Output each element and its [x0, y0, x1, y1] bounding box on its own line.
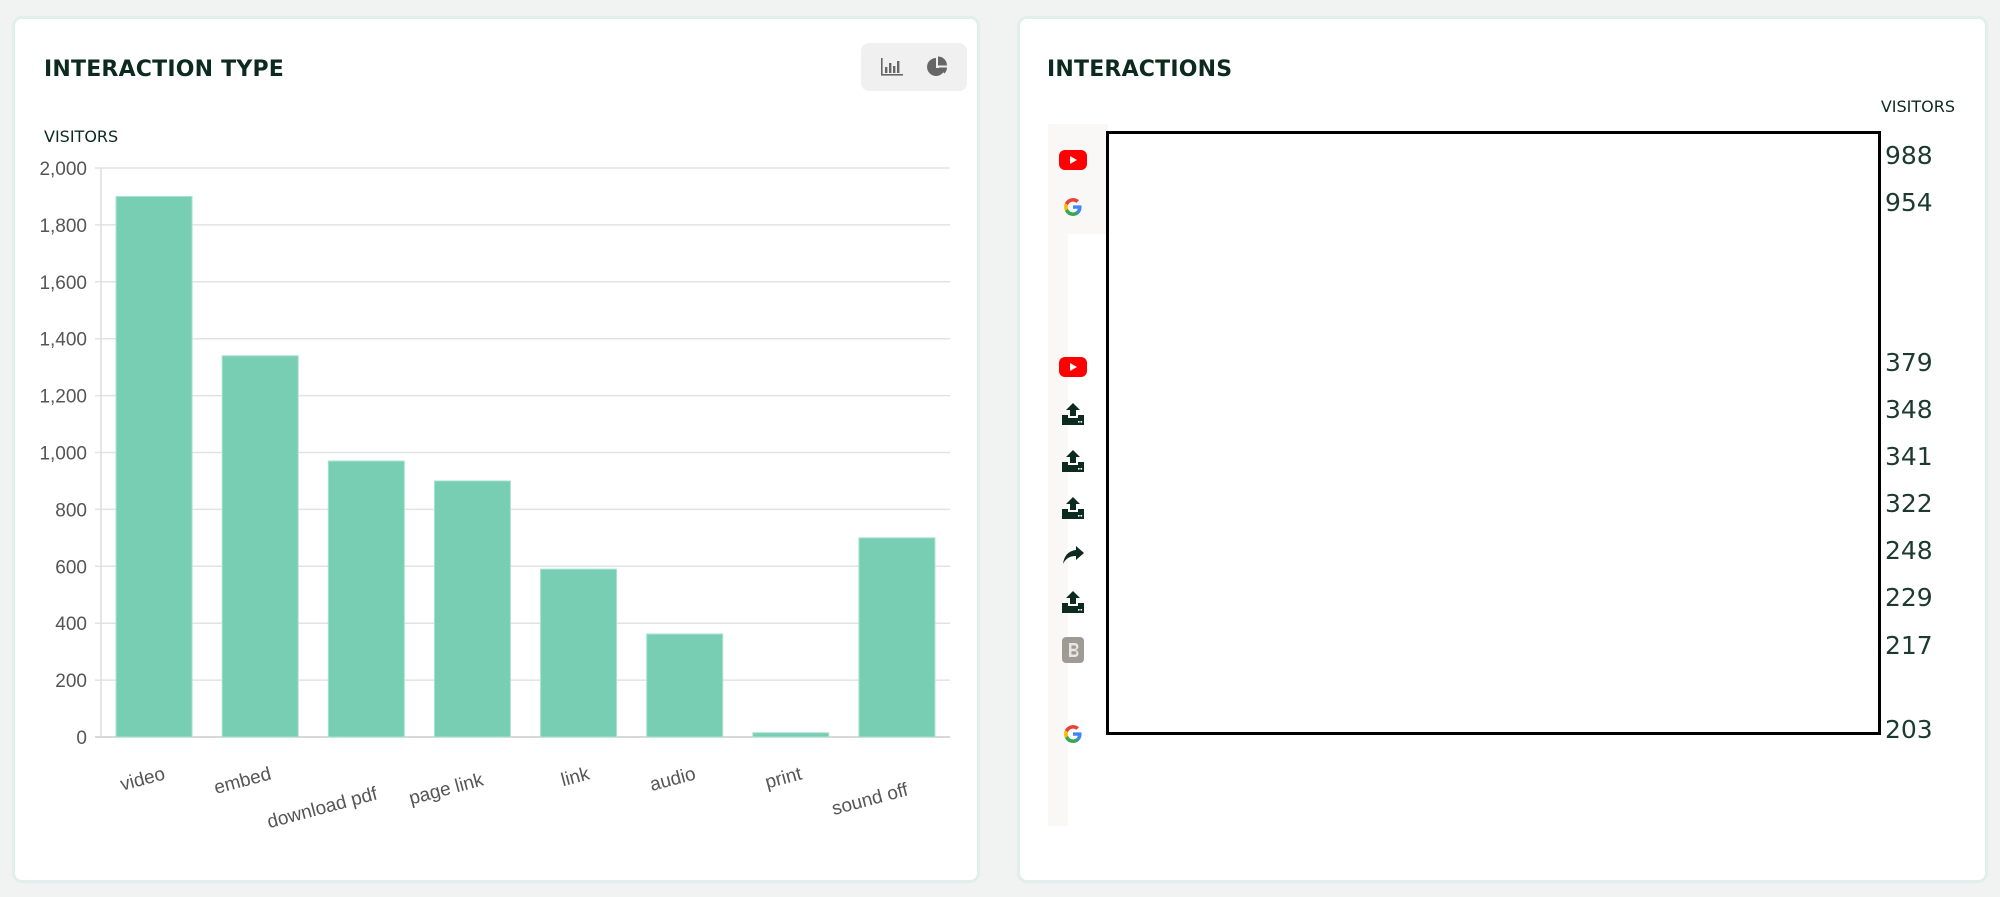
y-tick-label: 1,400 — [39, 330, 87, 351]
visitors-value: 348 — [1885, 395, 1933, 424]
bar-embed — [221, 355, 299, 738]
bootstrap-icon — [1058, 635, 1088, 665]
x-tick-label: print — [763, 763, 805, 793]
y-tick-label: 800 — [55, 500, 87, 521]
visitors-value: 322 — [1885, 489, 1933, 518]
interaction-type-panel: INTERACTION TYPE VISITORS 0 200 400 600 800 1… — [12, 16, 980, 883]
y-tick-label: 1,000 — [39, 444, 87, 465]
share-icon — [1058, 540, 1088, 570]
bar-download-pdf — [327, 460, 405, 738]
y-tick-label: 2,000 — [39, 159, 87, 180]
visitors-value: 341 — [1885, 442, 1933, 471]
y-tick-label: 1,800 — [39, 216, 87, 237]
bar-video — [115, 195, 193, 738]
bar-link — [540, 568, 618, 738]
x-tick-label: embed — [212, 764, 274, 799]
upload-icon — [1058, 446, 1088, 476]
upload-icon — [1058, 399, 1088, 429]
y-tick-label: 1,600 — [39, 273, 87, 294]
y-tick-label: 600 — [55, 557, 87, 578]
upload-icon — [1058, 493, 1088, 523]
visitors-value: 217 — [1885, 631, 1933, 660]
visitors-value: 379 — [1885, 348, 1933, 377]
y-tick-label: 400 — [55, 614, 87, 635]
interactions-panel: INTERACTIONS VISITORS 988 954 379 348 341 322… — [1017, 16, 1988, 883]
y-tick-label: 0 — [76, 728, 87, 749]
x-tick-label: sound off — [830, 779, 911, 820]
interactions-list-box — [1106, 131, 1881, 735]
y-tick-label: 200 — [55, 671, 87, 692]
x-tick-label: page link — [407, 769, 486, 809]
y-tick-label: 1,200 — [39, 387, 87, 408]
x-tick-label: audio — [648, 764, 698, 796]
visitors-value: 988 — [1885, 141, 1933, 170]
youtube-icon — [1058, 145, 1088, 175]
bar-print — [752, 732, 830, 738]
youtube-icon — [1058, 352, 1088, 382]
x-tick-label: link — [559, 763, 592, 791]
visitors-value: 248 — [1885, 536, 1933, 565]
x-tick-label: video — [118, 764, 167, 796]
visitors-value: 203 — [1885, 715, 1933, 744]
visitors-column-header: VISITORS — [1880, 97, 1955, 116]
google-icon — [1058, 719, 1088, 749]
bar-chart: 0 200 400 600 800 1,000 1,200 1,400 1,600 1,800 2,… — [39, 159, 950, 833]
visitors-value: 229 — [1885, 583, 1933, 612]
bar-audio — [646, 633, 724, 738]
visitors-value: 954 — [1885, 188, 1933, 217]
bar-sound-off — [858, 537, 936, 738]
x-tick-label: download pdf — [265, 783, 380, 833]
google-icon — [1058, 192, 1088, 222]
upload-icon — [1058, 587, 1088, 617]
panel-title: INTERACTIONS — [1047, 57, 1233, 82]
bar-page-link — [433, 480, 511, 738]
